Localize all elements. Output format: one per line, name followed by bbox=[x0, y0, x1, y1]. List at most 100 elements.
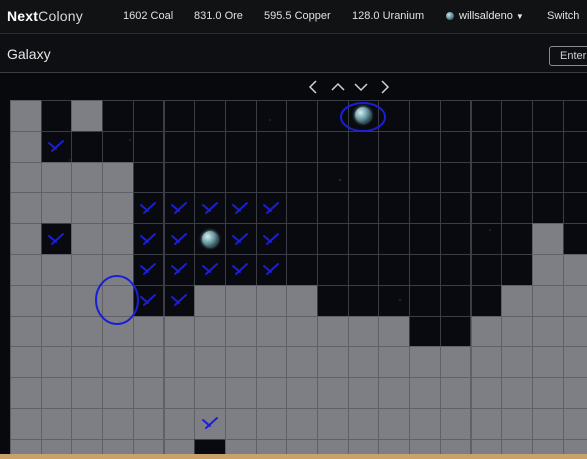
galaxy-tile[interactable] bbox=[286, 284, 318, 317]
galaxy-tile[interactable] bbox=[562, 161, 587, 194]
galaxy-tile[interactable] bbox=[531, 346, 564, 379]
galaxy-tile[interactable] bbox=[224, 100, 257, 132]
galaxy-tile[interactable] bbox=[71, 100, 104, 132]
galaxy-tile[interactable] bbox=[255, 130, 288, 163]
galaxy-tile[interactable] bbox=[255, 223, 288, 255]
galaxy-tile[interactable] bbox=[40, 192, 73, 225]
galaxy-tile[interactable] bbox=[286, 346, 318, 379]
galaxy-tile[interactable] bbox=[317, 284, 349, 317]
galaxy-tile[interactable] bbox=[40, 315, 73, 348]
galaxy-tile[interactable] bbox=[409, 161, 441, 194]
galaxy-tile[interactable] bbox=[132, 254, 165, 286]
planet-icon[interactable] bbox=[201, 230, 218, 247]
galaxy-tile[interactable] bbox=[317, 408, 349, 440]
galaxy-tile[interactable] bbox=[470, 408, 503, 440]
galaxy-tile[interactable] bbox=[163, 161, 196, 194]
galaxy-tile[interactable] bbox=[286, 161, 318, 194]
galaxy-tile[interactable] bbox=[562, 408, 587, 440]
galaxy-tile[interactable] bbox=[132, 223, 165, 255]
galaxy-tile[interactable] bbox=[10, 377, 42, 409]
galaxy-tile[interactable] bbox=[378, 100, 411, 132]
galaxy-tile[interactable] bbox=[562, 284, 587, 317]
galaxy-tile[interactable] bbox=[531, 130, 564, 163]
galaxy-tile[interactable] bbox=[317, 100, 349, 132]
galaxy-tile[interactable] bbox=[317, 161, 349, 194]
galaxy-tile[interactable] bbox=[562, 346, 587, 379]
galaxy-tile[interactable] bbox=[71, 223, 104, 255]
galaxy-tile[interactable] bbox=[439, 408, 472, 440]
galaxy-tile[interactable] bbox=[470, 254, 503, 286]
galaxy-tile[interactable] bbox=[102, 284, 134, 317]
galaxy-tile[interactable] bbox=[347, 315, 380, 348]
galaxy-tile[interactable] bbox=[286, 408, 318, 440]
galaxy-tile[interactable] bbox=[378, 408, 411, 440]
galaxy-tile[interactable] bbox=[102, 346, 134, 379]
galaxy-tile[interactable] bbox=[40, 377, 73, 409]
chevron-down-icon[interactable] bbox=[351, 77, 371, 97]
galaxy-tile[interactable] bbox=[317, 346, 349, 379]
galaxy-tile[interactable] bbox=[224, 254, 257, 286]
galaxy-tile[interactable] bbox=[255, 192, 288, 225]
galaxy-tile[interactable] bbox=[562, 130, 587, 163]
galaxy-tile[interactable] bbox=[163, 377, 196, 409]
galaxy-tile[interactable] bbox=[71, 315, 104, 348]
galaxy-tile[interactable] bbox=[470, 284, 503, 317]
galaxy-tile[interactable] bbox=[531, 192, 564, 225]
galaxy-tile[interactable] bbox=[439, 130, 472, 163]
chevron-left-icon[interactable] bbox=[304, 77, 324, 97]
galaxy-tile[interactable] bbox=[470, 346, 503, 379]
galaxy-tile[interactable] bbox=[71, 161, 104, 194]
galaxy-tile[interactable] bbox=[286, 254, 318, 286]
galaxy-tile[interactable] bbox=[40, 161, 73, 194]
galaxy-tile[interactable] bbox=[132, 377, 165, 409]
galaxy-tile[interactable] bbox=[347, 346, 380, 379]
galaxy-tile[interactable] bbox=[102, 223, 134, 255]
galaxy-tile[interactable] bbox=[224, 377, 257, 409]
galaxy-tile[interactable] bbox=[409, 315, 441, 348]
galaxy-tile[interactable] bbox=[40, 408, 73, 440]
galaxy-tile[interactable] bbox=[194, 161, 226, 194]
galaxy-tile[interactable] bbox=[163, 254, 196, 286]
galaxy-tile[interactable] bbox=[470, 377, 503, 409]
galaxy-tile[interactable] bbox=[286, 192, 318, 225]
galaxy-tile[interactable] bbox=[224, 408, 257, 440]
galaxy-tile[interactable] bbox=[470, 100, 503, 132]
galaxy-map[interactable] bbox=[10, 100, 587, 459]
galaxy-tile[interactable] bbox=[286, 377, 318, 409]
galaxy-tile[interactable] bbox=[531, 100, 564, 132]
galaxy-tile[interactable] bbox=[470, 192, 503, 225]
galaxy-tile[interactable] bbox=[501, 284, 533, 317]
galaxy-tile[interactable] bbox=[562, 192, 587, 225]
galaxy-tile[interactable] bbox=[439, 315, 472, 348]
galaxy-tile[interactable] bbox=[317, 223, 349, 255]
galaxy-tile[interactable] bbox=[470, 315, 503, 348]
galaxy-tile[interactable] bbox=[163, 315, 196, 348]
galaxy-tile[interactable] bbox=[10, 100, 42, 132]
galaxy-tile[interactable] bbox=[194, 284, 226, 317]
galaxy-tile[interactable] bbox=[71, 130, 104, 163]
galaxy-tile[interactable] bbox=[439, 192, 472, 225]
galaxy-tile[interactable] bbox=[531, 284, 564, 317]
galaxy-tile[interactable] bbox=[194, 130, 226, 163]
enter-button[interactable]: Enter bbox=[549, 46, 587, 66]
galaxy-tile[interactable] bbox=[10, 254, 42, 286]
galaxy-tile[interactable] bbox=[40, 223, 73, 255]
galaxy-tile[interactable] bbox=[255, 408, 288, 440]
galaxy-tile[interactable] bbox=[531, 408, 564, 440]
galaxy-tile[interactable] bbox=[163, 346, 196, 379]
galaxy-tile[interactable] bbox=[102, 408, 134, 440]
galaxy-tile[interactable] bbox=[562, 315, 587, 348]
galaxy-tile[interactable] bbox=[439, 223, 472, 255]
galaxy-tile[interactable] bbox=[224, 130, 257, 163]
galaxy-tile[interactable] bbox=[194, 315, 226, 348]
galaxy-tile[interactable] bbox=[501, 377, 533, 409]
galaxy-tile[interactable] bbox=[163, 284, 196, 317]
galaxy-tile[interactable] bbox=[40, 100, 73, 132]
galaxy-tile[interactable] bbox=[10, 408, 42, 440]
galaxy-tile[interactable] bbox=[531, 377, 564, 409]
galaxy-tile[interactable] bbox=[224, 161, 257, 194]
galaxy-tile[interactable] bbox=[378, 315, 411, 348]
galaxy-tile[interactable] bbox=[409, 284, 441, 317]
galaxy-tile[interactable] bbox=[132, 130, 165, 163]
galaxy-tile[interactable] bbox=[470, 130, 503, 163]
